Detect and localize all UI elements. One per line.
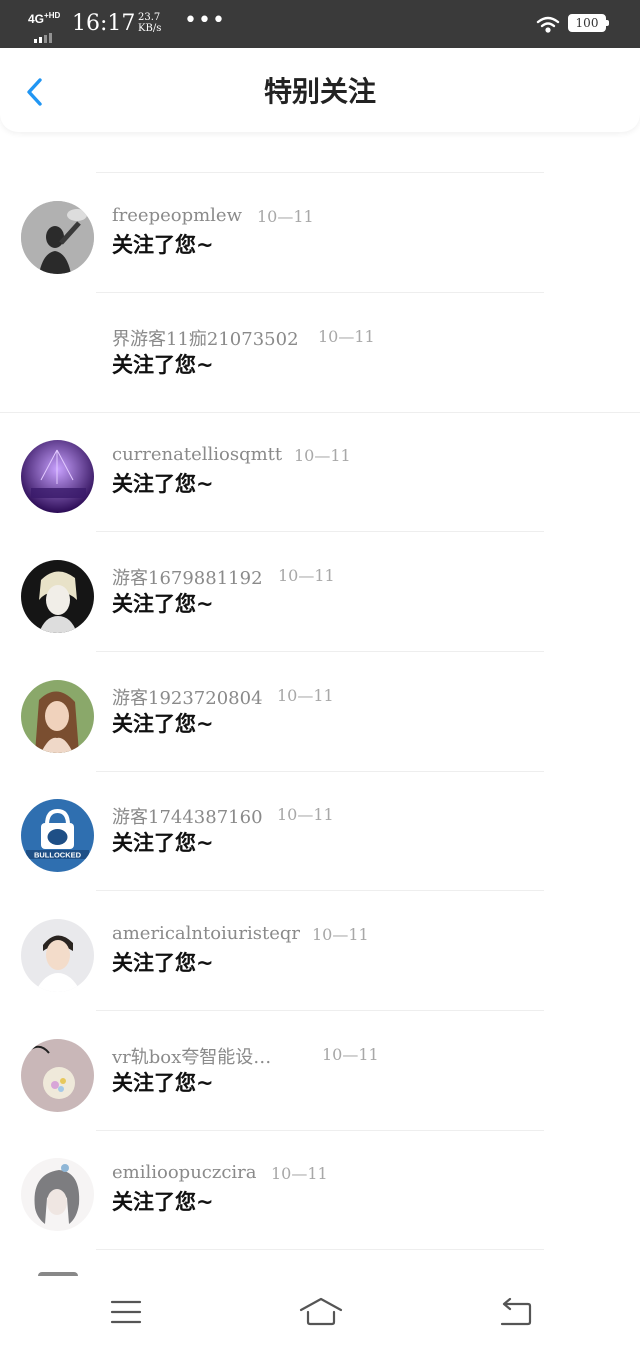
sketch-girl-avatar[interactable] [21,1158,94,1231]
follow-message: 关注了您~ [112,353,214,377]
username[interactable]: currenatelliosqmtt [112,444,282,465]
bullocked-logo-avatar[interactable]: BULLOCKED [21,799,94,872]
network-indicator: 4G+HD [28,10,60,25]
list-item[interactable]: americalntoiuristeqr 10—11 关注了您~ [0,891,640,1011]
list-item[interactable]: currenatelliosqmtt 10—11 关注了您~ [0,412,640,532]
username[interactable]: 游客1679881192 [112,564,263,590]
username[interactable]: freepeopmlew [112,205,242,226]
system-nav-bar [0,1276,640,1351]
bullocked-logo-text: BULLOCKED [34,851,82,860]
follow-message: 关注了您~ [112,592,214,616]
status-bar: 4G+HD 16:17 23.7 KB/s ••• 100 [0,0,640,48]
username[interactable]: vr轨box夸智能设… [112,1043,271,1069]
divider [96,1249,544,1250]
follow-date: 10—11 [312,925,369,944]
follow-date: 10—11 [277,686,334,705]
net-speed: 23.7 KB/s [138,12,161,34]
follow-message: 关注了您~ [112,951,214,975]
young-man-avatar[interactable] [21,919,94,992]
follow-message: 关注了您~ [112,233,214,257]
glass-bottle-avatar[interactable] [21,1039,94,1112]
home-icon [299,1297,343,1326]
list-item[interactable]: 游客1923720804 10—11 关注了您~ [0,652,640,772]
home-button[interactable] [298,1294,344,1330]
menu-icon [110,1300,142,1324]
username[interactable]: emilioopuczcira [112,1162,257,1183]
clock: 16:17 [72,11,136,36]
network-suffix: +HD [44,11,61,20]
net-speed-unit: KB/s [138,23,162,34]
follow-message: 关注了您~ [112,831,214,855]
menu-button[interactable] [106,1294,146,1330]
list-item[interactable]: vr轨box夸智能设… 10—11 关注了您~ [0,1011,640,1131]
return-button[interactable] [496,1294,536,1330]
return-icon [500,1297,532,1326]
username[interactable]: americalntoiuristeqr [112,923,300,944]
follow-date: 10—11 [294,446,351,465]
man-smoking-avatar[interactable] [21,201,94,274]
follow-message: 关注了您~ [112,712,214,736]
username[interactable]: 游客1744387160 [112,803,263,829]
list-item[interactable]: emilioopuczcira 10—11 关注了您~ [0,1130,640,1250]
net-speed-value: 23.7 [138,12,161,23]
list-item[interactable]: BULLOCKED 游客1744387160 10—11 关注了您~ [0,771,640,891]
follow-date: 10—11 [257,207,314,226]
battery-icon: 100 [568,14,609,32]
header-bar: 特别关注 [0,48,640,132]
follow-date: 10—11 [322,1045,379,1064]
username[interactable]: 界游客11痂21073502 [112,325,299,351]
follow-date: 10—11 [271,1164,328,1183]
follow-message: 关注了您~ [112,472,214,496]
more-notifications-icon: ••• [184,8,226,33]
purple-keyboard-avatar[interactable] [21,440,94,513]
follow-date: 10—11 [277,805,334,824]
woman-portrait-avatar[interactable] [21,680,94,753]
follower-list: freepeopmlew 10—11 关注了您~ 界游客11痂21073502 … [0,48,640,1276]
follow-message: 关注了您~ [112,1190,214,1214]
list-item[interactable]: 游客1679881192 10—11 关注了您~ [0,532,640,652]
wifi-icon [536,16,560,33]
list-item[interactable]: freepeopmlew 10—11 关注了您~ [0,173,640,293]
anime-character-avatar[interactable] [21,560,94,633]
follow-date: 10—11 [278,566,335,585]
follow-date: 10—11 [318,327,375,346]
page-title: 特别关注 [263,75,376,108]
username[interactable]: 游客1923720804 [112,684,263,710]
signal-icon [34,24,54,43]
follow-message: 关注了您~ [112,1071,214,1095]
list-item[interactable]: 界游客11痂21073502 10—11 关注了您~ [0,293,640,413]
